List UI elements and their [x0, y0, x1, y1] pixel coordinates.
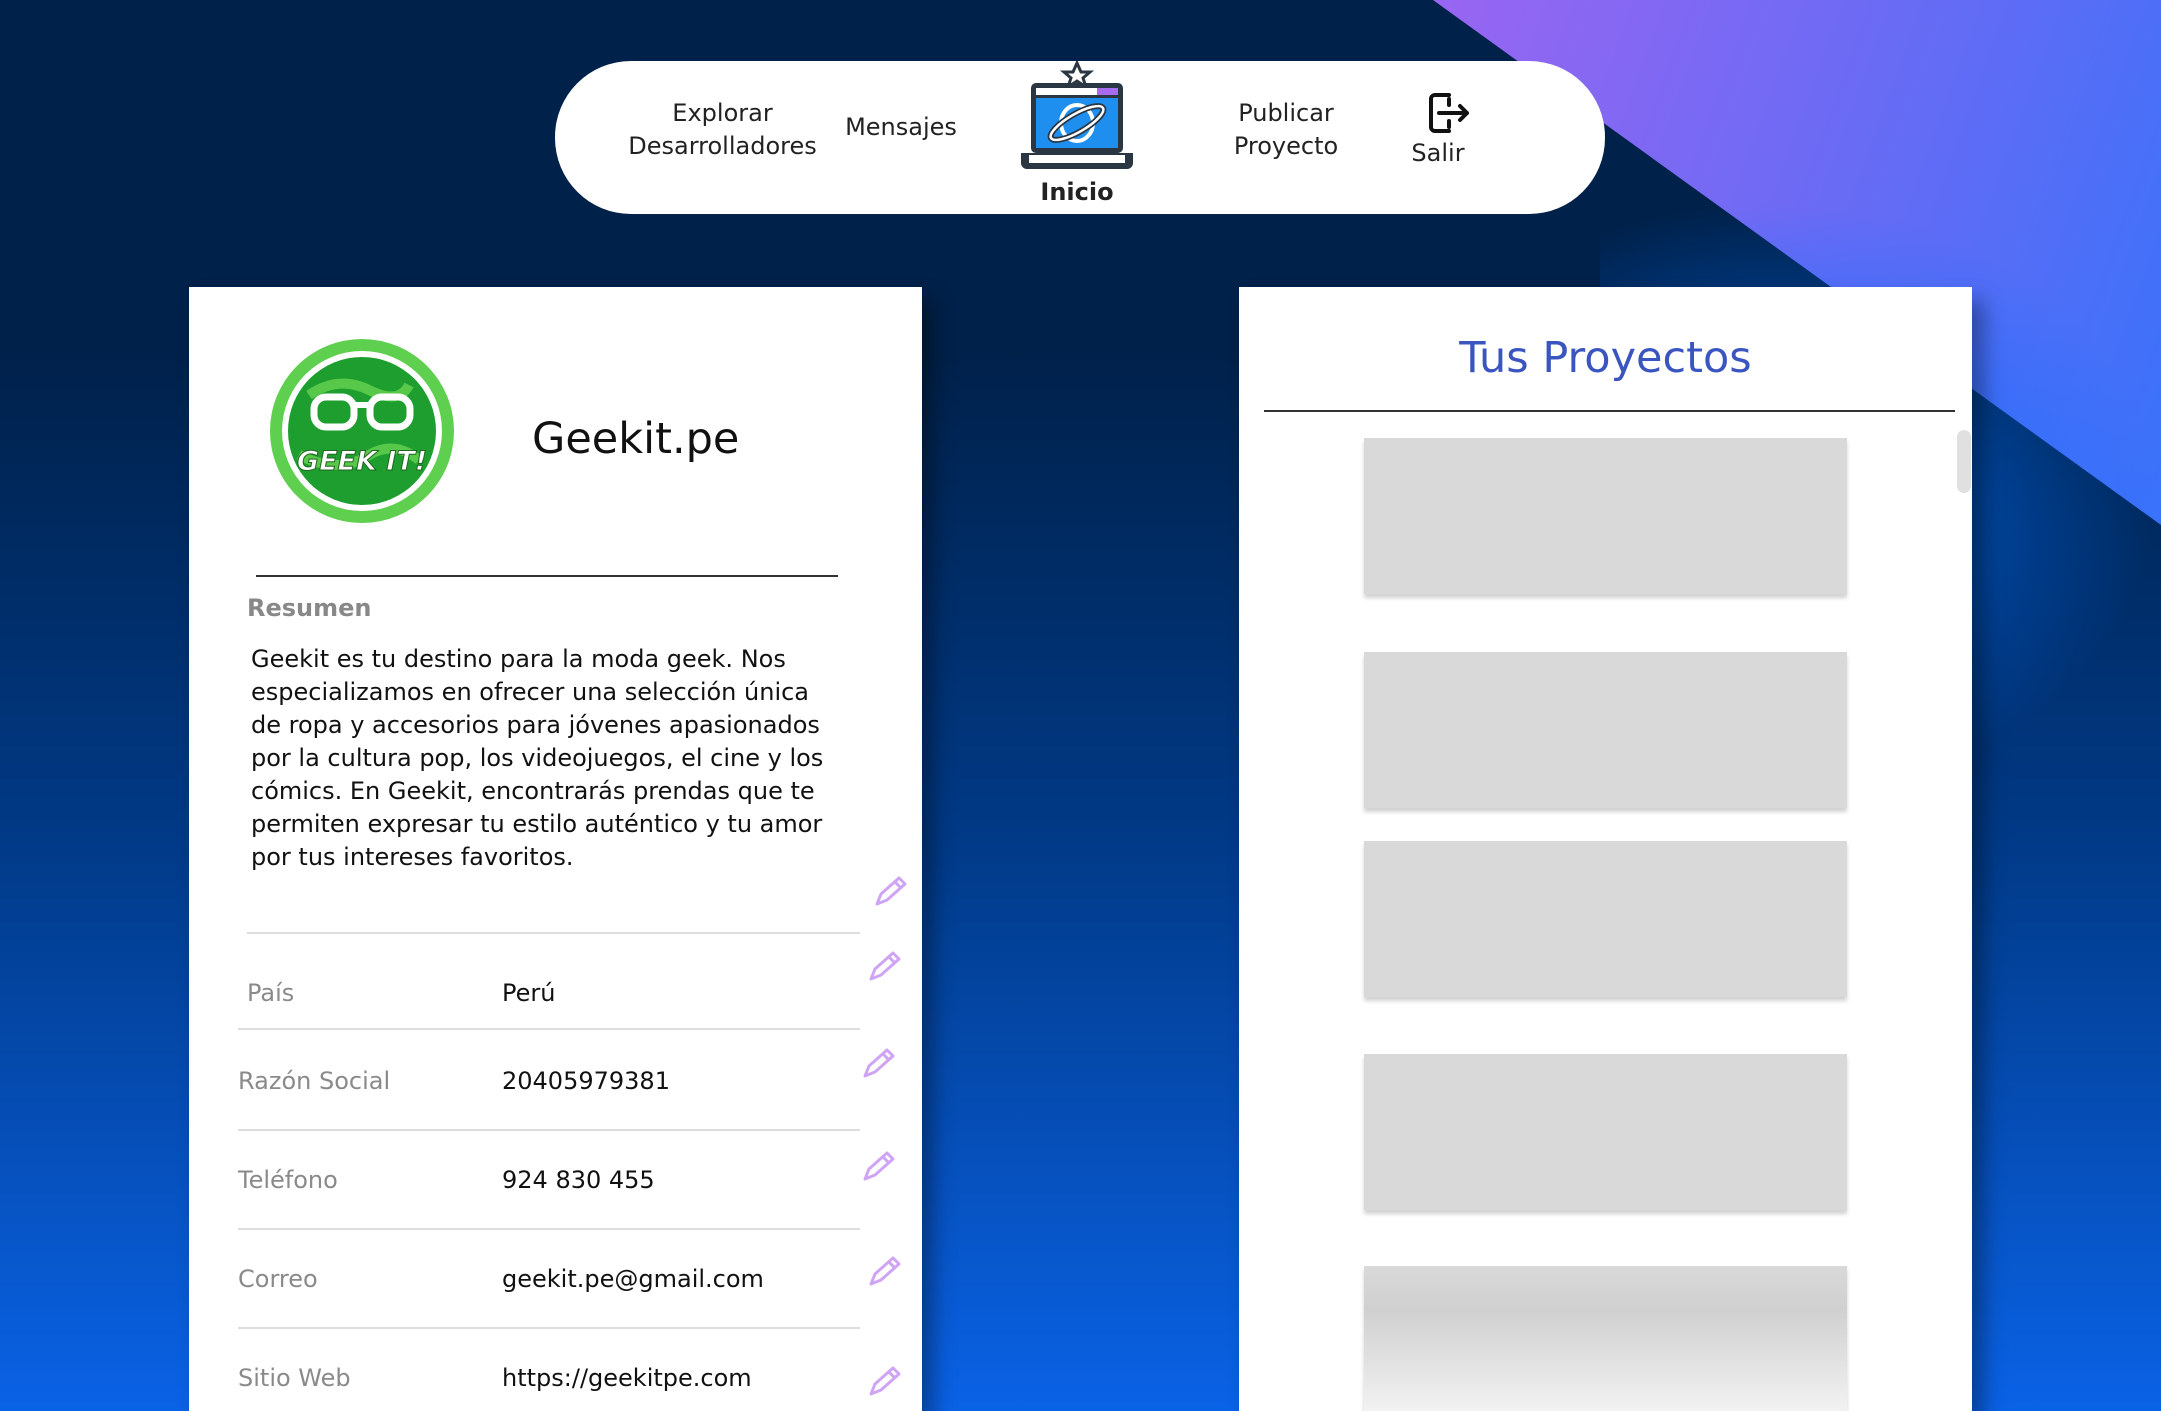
- row-divider: [238, 1327, 860, 1329]
- edit-business-name-pencil-icon[interactable]: [859, 1044, 897, 1082]
- edit-country-pencil-icon[interactable]: [865, 947, 903, 985]
- header-divider: [256, 575, 838, 577]
- edit-phone-pencil-icon[interactable]: [859, 1147, 897, 1185]
- company-logo: GEEK IT!: [270, 339, 454, 523]
- nav-messages[interactable]: Mensajes: [835, 111, 967, 144]
- nav-publish-project[interactable]: Publicar Proyecto: [1215, 97, 1357, 163]
- edit-website-pencil-icon[interactable]: [865, 1362, 903, 1400]
- nav-publish-label-2: Proyecto: [1233, 132, 1339, 160]
- nav-logout[interactable]: Salir: [1403, 89, 1473, 170]
- edit-summary-pencil-icon[interactable]: [871, 872, 909, 910]
- nav-home[interactable]: Inicio: [1017, 61, 1137, 214]
- project-card-placeholder[interactable]: [1364, 841, 1847, 997]
- summary-text: Geekit es tu destino para la moda geek. …: [251, 645, 824, 871]
- nav-publish-label-1: Publicar: [1238, 99, 1334, 127]
- project-card-placeholder[interactable]: [1364, 438, 1847, 594]
- field-label: Sitio Web: [238, 1364, 351, 1392]
- field-label: País: [247, 979, 295, 1007]
- projects-title: Tus Proyectos: [1459, 333, 1752, 383]
- field-value: geekit.pe@gmail.com: [502, 1265, 764, 1293]
- summary-label: Resumen: [247, 594, 372, 622]
- top-nav: Explorar Desarrolladores Mensajes Inicio…: [555, 61, 1605, 214]
- row-divider: [238, 1228, 860, 1230]
- summary-divider: [247, 932, 860, 934]
- project-card-placeholder[interactable]: [1364, 652, 1847, 808]
- nav-explore-developers[interactable]: Explorar Desarrolladores: [625, 97, 820, 163]
- row-divider: [238, 1028, 860, 1030]
- edit-email-pencil-icon[interactable]: [865, 1252, 903, 1290]
- projects-divider: [1264, 410, 1955, 412]
- nav-home-label: Inicio: [1040, 178, 1114, 206]
- logout-icon: [1429, 93, 1469, 133]
- field-value: https://geekitpe.com: [502, 1364, 752, 1392]
- svg-text:GEEK IT!: GEEK IT!: [297, 446, 427, 477]
- project-card-placeholder[interactable]: [1364, 1054, 1847, 1210]
- laptop-planet-icon: [1021, 61, 1133, 169]
- nav-explore-label-1: Explorar: [672, 99, 773, 127]
- nav-explore-label-2: Desarrolladores: [628, 132, 817, 160]
- field-label: Teléfono: [238, 1166, 338, 1194]
- field-value: 924 830 455: [502, 1166, 655, 1194]
- company-name: Geekit.pe: [532, 414, 740, 464]
- field-label: Correo: [238, 1265, 318, 1293]
- projects-card: Tus Proyectos: [1239, 287, 1972, 1411]
- nav-logout-label: Salir: [1411, 139, 1465, 167]
- profile-card: GEEK IT! Geekit.pe Resumen Geekit es tu …: [189, 287, 922, 1411]
- project-card-placeholder[interactable]: [1364, 1266, 1847, 1411]
- field-value: 20405979381: [502, 1067, 670, 1095]
- field-label: Razón Social: [238, 1067, 391, 1095]
- projects-scrollbar[interactable]: [1957, 430, 1971, 493]
- field-value: Perú: [502, 979, 556, 1007]
- row-divider: [238, 1129, 860, 1131]
